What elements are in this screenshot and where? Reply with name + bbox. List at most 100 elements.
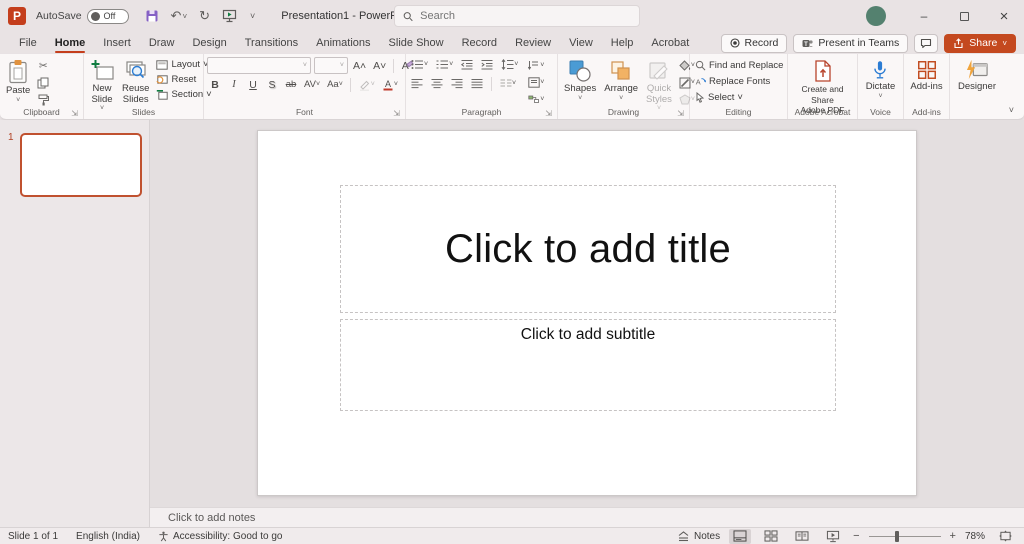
tab-record[interactable]: Record [453,34,506,54]
designer-button[interactable]: Designer [955,57,999,95]
italic-button[interactable]: I [226,77,242,92]
font-dialog-launcher[interactable]: ⇲ [393,110,400,118]
tab-transitions[interactable]: Transitions [236,34,307,54]
notes-toggle-button[interactable]: Notes [677,531,720,542]
decrease-indent-button[interactable] [459,57,475,72]
text-direction-button[interactable]: ˅ [526,58,546,73]
slide-show-view-button[interactable] [822,529,844,544]
justify-icon [471,78,483,89]
justify-button[interactable] [469,76,485,91]
slide[interactable]: Click to add title Click to add subtitle [257,130,917,496]
find-and-replace-button[interactable]: Find and Replace [693,59,785,72]
tab-help[interactable]: Help [602,34,643,54]
tab-review[interactable]: Review [506,34,560,54]
align-center-button[interactable] [429,76,445,91]
align-left-button[interactable] [409,76,425,91]
text-highlight-button[interactable]: ˅ [356,77,377,92]
character-spacing-button[interactable]: AV˅ [302,77,322,92]
paragraph-dialog-launcher[interactable]: ⇲ [545,110,552,118]
search-input[interactable] [420,10,631,22]
paste-button[interactable]: Paste ˅ [3,57,33,106]
slide-sorter-view-button[interactable] [760,529,782,544]
line-spacing-button[interactable]: ˅ [499,57,520,72]
columns-button[interactable]: ˅ [498,76,518,91]
chevron-down-icon: ˅ [316,81,320,88]
format-painter-button[interactable] [35,92,51,107]
font-color-button[interactable]: A ˅ [380,77,400,92]
collapse-ribbon-button[interactable]: ˅ [1009,105,1014,115]
strikethrough-button[interactable]: ab [283,77,299,92]
font-size-combo[interactable]: ˅ [314,57,348,74]
clipboard-dialog-launcher[interactable]: ⇲ [71,110,78,118]
copy-button[interactable] [35,75,51,90]
new-slide-button[interactable]: New Slide ˅ [87,57,117,114]
convert-to-smartart-button[interactable]: ˅ [526,92,546,107]
reuse-slides-button[interactable]: Reuse Slides [119,57,152,107]
shapes-button[interactable]: Shapes ˅ [561,57,599,104]
zoom-out-button[interactable]: − [853,530,859,542]
tab-home[interactable]: Home [46,34,95,54]
powerpoint-logo-icon[interactable]: P [8,7,26,25]
drawing-dialog-launcher[interactable]: ⇲ [677,110,684,118]
tab-view[interactable]: View [560,34,602,54]
subtitle-placeholder[interactable]: Click to add subtitle [340,319,836,411]
redo-button[interactable]: ↻ [199,8,210,24]
tab-slide-show[interactable]: Slide Show [380,34,453,54]
autosave-control[interactable]: AutoSave Off [36,9,129,24]
tab-insert[interactable]: Insert [94,34,140,54]
normal-view-button[interactable] [729,529,751,544]
comments-button[interactable] [914,34,938,53]
accessibility-button[interactable]: Accessibility: Good to go [158,531,283,542]
text-shadow-button[interactable]: S [264,77,280,92]
cut-button[interactable]: ✂ [35,58,51,73]
reading-view-button[interactable] [791,529,813,544]
replace-fonts-button[interactable]: A Replace Fonts [693,75,772,88]
user-avatar[interactable] [866,6,886,26]
autosave-toggle[interactable]: Off [87,9,129,24]
zoom-slider[interactable] [869,536,941,537]
quick-styles-button[interactable]: Quick Styles ˅ [643,57,675,114]
share-button[interactable]: Share ˅ [944,34,1016,53]
align-text-button[interactable]: ˅ [526,75,546,90]
tab-acrobat[interactable]: Acrobat [642,34,698,54]
font-name-combo[interactable]: ˅ [207,57,311,74]
zoom-in-button[interactable]: + [950,530,956,542]
dictate-button[interactable]: Dictate ˅ [863,57,899,102]
copy-icon [37,77,49,89]
slide-thumbnail[interactable] [20,133,142,197]
minimize-button[interactable]: – [904,0,944,32]
bullets-button[interactable]: ˅ [409,57,430,72]
increase-indent-button[interactable] [479,57,495,72]
shrink-font-button[interactable]: A˅ [371,58,388,73]
record-button[interactable]: Record [721,34,788,53]
grow-font-button[interactable]: A˄ [351,58,368,73]
close-button[interactable]: × [984,0,1024,32]
start-slideshow-button[interactable] [222,9,237,23]
customize-qat-button[interactable]: ˅ [249,11,255,21]
chevron-down-icon: ˅ [340,62,344,69]
tab-draw[interactable]: Draw [140,34,184,54]
align-right-button[interactable] [449,76,465,91]
change-case-button[interactable]: Aa˅ [325,77,345,92]
numbering-button[interactable]: ˅ [434,57,455,72]
tab-animations[interactable]: Animations [307,34,379,54]
tab-file[interactable]: File [10,34,46,54]
present-in-teams-button[interactable]: T Present in Teams [793,34,908,53]
zoom-level-button[interactable]: 78% [965,531,985,542]
arrange-button[interactable]: Arrange ˅ [601,57,641,104]
undo-button[interactable]: ↶˅ [171,8,188,24]
search-box[interactable] [394,5,640,27]
fit-slide-to-window-button[interactable] [994,529,1016,544]
select-button[interactable]: Select˅ [693,91,745,104]
maximize-button[interactable] [944,0,984,32]
tab-design[interactable]: Design [183,34,235,54]
language-button[interactable]: English (India) [76,531,140,542]
addins-button[interactable]: Add-ins [907,57,945,95]
notes-pane[interactable]: Click to add notes [150,507,1024,527]
bold-button[interactable]: B [207,77,223,92]
title-placeholder[interactable]: Click to add title [340,185,836,313]
font-color-icon: A [382,79,394,91]
save-button[interactable] [145,9,159,23]
zoom-slider-thumb[interactable] [895,531,899,542]
underline-button[interactable]: U [245,77,261,92]
